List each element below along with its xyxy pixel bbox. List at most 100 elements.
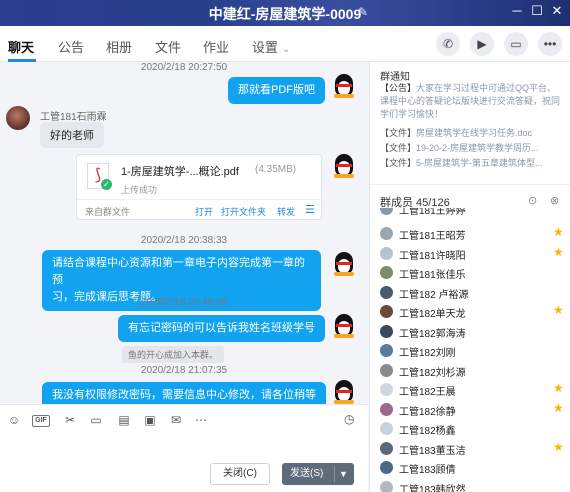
folder-icon[interactable]: ▭ (88, 413, 104, 427)
announcement[interactable]: 【公告】大家在学习过程中可通过QQ平台、课程中心的答疑论坛版块进行交流答疑，祝同… (380, 82, 562, 121)
close-icon[interactable]: ✕ (548, 3, 566, 19)
video-icon[interactable]: ▶ (470, 32, 494, 56)
avatar (380, 344, 393, 357)
file-text: 5-房屋建筑学-第五章建筑体型... (416, 158, 543, 168)
minimize-icon[interactable]: ─ (508, 3, 526, 18)
upload-status: 上传成功 (121, 185, 158, 195)
image-icon[interactable]: ▣ (142, 413, 158, 427)
avatar (380, 266, 393, 279)
menu-icon[interactable]: ☰ (305, 203, 315, 216)
member-item[interactable]: 工管182杨鑫 (380, 420, 566, 438)
tab-homework[interactable]: 作业 (203, 37, 229, 56)
member-name: 工管182 卢裕源 (399, 289, 469, 301)
chevron-down-icon: ⌄ (282, 44, 291, 55)
avatar (380, 285, 393, 299)
star-icon: ★ (553, 381, 564, 395)
more-icon[interactable]: ••• (538, 32, 562, 56)
tab-settings[interactable]: 设置 ⌄ (252, 37, 290, 56)
maximize-icon[interactable]: ☐ (528, 3, 546, 19)
member-item[interactable]: 工管182王晨 ★ (380, 381, 566, 399)
notice-file[interactable]: 【文件】房屋建筑学在线学习任务.doc (380, 126, 566, 139)
member-name: 工管183韩欣然 (399, 484, 466, 492)
member-item[interactable]: 工管181张佳乐 (380, 264, 566, 282)
pencil-icon[interactable]: ✎ (358, 5, 368, 19)
settings-icon[interactable]: ⊗ (550, 194, 559, 207)
avatar[interactable] (332, 72, 356, 98)
message-bubble[interactable]: 有忘记密码的可以告诉我姓名班级学号 (118, 315, 325, 342)
more-dots-icon[interactable]: ⋯ (193, 413, 209, 427)
title-bar: 中建红-房屋建筑学-0009 ✎ ─ ☐ ✕ (0, 0, 570, 26)
message-time: 2020/2/18 20:48:39 (140, 297, 228, 308)
check-icon: ✓ (101, 179, 112, 190)
member-item[interactable]: 工管181王婷婷 (380, 208, 566, 218)
share-screen-icon[interactable]: ▭ (504, 32, 528, 56)
tab-chat[interactable]: 聊天 (8, 37, 34, 56)
file-tag: 【文件】 (380, 158, 417, 168)
phone-icon[interactable]: ✆ (436, 32, 460, 56)
tab-bar: 聊天 公告 相册 文件 作业 设置 ⌄ ✆ ▶ ▭ ••• (0, 26, 570, 62)
member-item[interactable]: 工管182郭海涛 (380, 323, 566, 341)
avatar[interactable] (332, 312, 356, 338)
message-input-area[interactable]: ☺ GIF ✂ ▭ ▤ ▣ ✉ ⋯ ◷ 关闭(C) 发送(S) ▼ (0, 404, 368, 492)
open-folder-link[interactable]: 打开文件夹 (221, 205, 266, 218)
document-icon[interactable]: ▤ (116, 413, 132, 427)
mail-icon[interactable]: ✉ (168, 413, 184, 427)
avatar[interactable] (6, 106, 30, 130)
scissors-icon[interactable]: ✂ (62, 413, 78, 427)
emoji-icon[interactable]: ☺ (6, 413, 22, 427)
tab-files[interactable]: 文件 (155, 37, 181, 56)
avatar (380, 305, 393, 318)
tab-announcements[interactable]: 公告 (58, 37, 84, 56)
file-card[interactable]: ⟆ ✓ 1-房屋建筑学-...概论.pdf (4.35MB) 上传成功 来自群文… (76, 154, 322, 220)
open-link[interactable]: 打开 (195, 205, 213, 218)
avatar[interactable] (332, 378, 356, 404)
member-item[interactable]: 工管183顾倩 (380, 459, 566, 477)
message-line: 请结合课程中心资源和第一章电子内容完成第一章的预 (52, 257, 305, 286)
file-name[interactable]: 1-房屋建筑学-...概论.pdf (121, 163, 239, 179)
member-item[interactable]: 工管182刘杉源 (380, 362, 566, 380)
message-bubble[interactable]: 好的老师 (40, 122, 104, 148)
avatar[interactable] (332, 152, 356, 178)
file-text: 19-20-2-房屋建筑学教学周历... (416, 143, 539, 153)
member-name: 工管182王晨 (399, 387, 456, 398)
avatar (380, 208, 393, 215)
message-bubble[interactable]: 我没有权限修改密码，需要信息中心修改，请各位稍等 (42, 382, 326, 404)
avatar[interactable] (332, 250, 356, 276)
search-icon[interactable]: ⊙ (528, 194, 537, 207)
tab-album[interactable]: 相册 (106, 37, 132, 56)
member-item[interactable]: 工管182 卢裕源 (380, 284, 566, 302)
member-item[interactable]: 工管182刘刚 (380, 342, 566, 360)
avatar (380, 480, 393, 492)
sender-name[interactable]: 工管181石雨霖 (40, 108, 107, 123)
forward-link[interactable]: 转发 (277, 205, 295, 218)
clock-icon[interactable]: ◷ (344, 412, 354, 426)
member-item[interactable]: 工管183董玉洁 ★ (380, 440, 566, 458)
notice-title: 群通知 (380, 72, 410, 83)
message-bubble[interactable]: 那就看PDF版吧 (228, 77, 325, 104)
send-button-label: 发送(S) (290, 468, 324, 479)
send-button[interactable]: 发送(S) ▼ (282, 463, 354, 485)
avatar (380, 422, 393, 435)
system-notice: 鱼的开心成加入本群。 (122, 346, 225, 363)
member-item[interactable]: 工管181许晓阳 ★ (380, 245, 566, 263)
member-item[interactable]: 工管182单天龙 ★ (380, 303, 566, 321)
chevron-down-icon[interactable]: ▼ (339, 463, 348, 485)
member-item[interactable]: 工管183韩欣然 (380, 479, 566, 492)
close-button[interactable]: 关闭(C) (210, 463, 270, 485)
gif-icon[interactable]: GIF (32, 415, 50, 427)
divider (370, 184, 570, 185)
avatar (380, 246, 393, 260)
member-name: 工管183董玉洁 (399, 445, 466, 457)
chat-messages[interactable]: 2020/2/18 20:27:50 那就看PDF版吧 工管181石雨霖 好的老… (0, 62, 368, 404)
member-name: 工管181王婷婷 (399, 208, 466, 217)
message-time: 2020/2/18 20:38:33 (140, 235, 228, 246)
file-tag: 【文件】 (380, 143, 417, 153)
member-item[interactable]: 工管182徐静 ★ (380, 401, 566, 419)
notice-file[interactable]: 【文件】5-房屋建筑学-第五章建筑体型... (380, 156, 566, 169)
star-icon: ★ (553, 225, 564, 239)
group-sidebar: 群通知 【公告】大家在学习过程中可通过QQ平台、课程中心的答疑论坛版块进行交流答… (369, 62, 570, 492)
notice-file[interactable]: 【文件】19-20-2-房屋建筑学教学周历... (380, 141, 566, 154)
member-name: 工管181王昭芳 (399, 231, 466, 242)
member-item[interactable]: 工管181王昭芳 ★ (380, 225, 566, 243)
divider (77, 199, 321, 200)
